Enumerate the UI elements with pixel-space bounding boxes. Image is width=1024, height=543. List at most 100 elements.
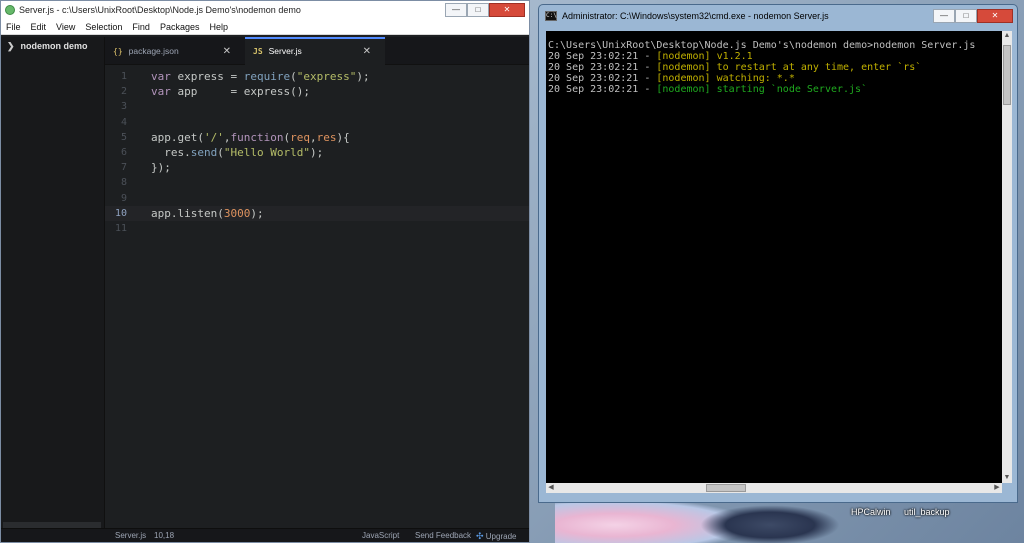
atom-window-buttons: — □ ✕ [445,3,525,17]
code-line[interactable]: 6 res.send("Hello World"); [105,145,529,160]
code-token: ){ [336,130,350,144]
maximize-button[interactable]: □ [955,9,977,23]
code-token: ( [217,146,224,160]
desktop-icon-label-util-backup[interactable]: util_backup [904,507,950,517]
close-button[interactable]: ✕ [489,3,525,17]
close-icon[interactable]: ✕ [223,46,231,57]
scroll-up-icon[interactable]: ▲ [1002,31,1012,41]
code-token: '/' [203,130,224,144]
line-number[interactable]: 5 [105,132,127,143]
code-line[interactable]: 8 [105,175,529,190]
tab-package-json[interactable]: {} package.json ✕ [105,37,245,65]
code-token: ); [309,146,324,160]
console-text: 20 Sep 23:02:21 - [548,73,657,84]
desktop-icon-label-hpcalwin[interactable]: HPCalwin [851,507,891,517]
line-number[interactable]: 3 [105,101,127,112]
code-token: res. [151,146,191,160]
code-token: app [170,85,231,99]
cmd-window: C:\ Administrator: C:\Windows\system32\c… [538,4,1018,503]
line-number[interactable]: 10 [105,208,127,219]
js-file-icon: JS [253,46,263,56]
line-number[interactable]: 11 [105,223,127,234]
maximize-button[interactable]: □ [467,3,489,17]
console-output[interactable]: C:\Users\UnixRoot\Desktop\Node.js Demo's… [546,31,1002,483]
cmd-titlebar[interactable]: C:\ Administrator: C:\Windows\system32\c… [539,5,1017,27]
tree-view: ❯ nodemon demo [1,37,105,528]
menu-selection[interactable]: Selection [80,22,127,32]
tree-root-label: nodemon demo [20,41,88,51]
chevron-right-icon[interactable]: ❯ [7,41,15,52]
json-file-icon: {} [113,46,123,56]
editor-pane: {} package.json ✕ JS Server.js ✕ 1 var ex… [105,37,529,528]
line-number[interactable]: 1 [105,71,127,82]
code-text[interactable]: app.listen(3000); [127,207,264,220]
code-token: = [230,70,244,84]
scroll-left-icon[interactable]: ◀ [546,483,556,493]
code-text[interactable]: }); [127,161,171,174]
code-token: app.get( [151,130,204,144]
code-line[interactable]: 9 [105,191,529,206]
close-icon[interactable]: ✕ [363,46,371,57]
code-text[interactable]: res.send("Hello World"); [127,146,323,159]
code-line[interactable]: 11 [105,221,529,236]
line-number[interactable]: 4 [105,117,127,128]
menu-packages[interactable]: Packages [155,22,205,32]
code-token: ); [356,70,370,84]
minimize-button[interactable]: — [445,3,467,17]
menu-find[interactable]: Find [127,22,155,32]
atom-titlebar[interactable]: Server.js - c:\Users\UnixRoot\Desktop\No… [1,1,529,19]
line-number[interactable]: 9 [105,193,127,204]
code-token: }); [151,161,171,175]
status-file-name[interactable]: Server.js [115,531,146,540]
vertical-scrollbar[interactable]: ▲ ▼ [1002,31,1012,483]
code-token: req [290,130,310,144]
menu-edit[interactable]: Edit [26,22,52,32]
code-line[interactable]: 5 app.get('/',function(req,res){ [105,130,529,145]
menu-help[interactable]: Help [204,22,233,32]
cmd-app-icon: C:\ [545,11,557,21]
scrollbar-thumb[interactable] [706,484,746,492]
code-token: send [190,146,218,160]
tab-server-js[interactable]: JS Server.js ✕ [245,37,385,65]
console-line: 20 Sep 23:02:21 - [nodemon] v1.2.1 [548,51,1000,62]
line-number[interactable]: 7 [105,162,127,173]
status-grammar[interactable]: JavaScript [362,531,399,540]
scroll-right-icon[interactable]: ▶ [992,483,1002,493]
code-text[interactable]: var app = express(); [127,85,310,98]
code-line[interactable]: 10 app.listen(3000); [105,205,529,221]
code-line[interactable]: 7}); [105,160,529,175]
menu-file[interactable]: File [1,22,26,32]
code-editor[interactable]: 1 var express = require("express"); 2 var a… [105,65,529,528]
tree-root-folder[interactable]: ❯ nodemon demo [1,37,104,55]
console-line: 20 Sep 23:02:21 - [nodemon] watching: *.… [548,73,1000,84]
code-token: function [230,130,284,144]
minimize-button[interactable]: — [933,9,955,23]
code-line[interactable]: 3 [105,99,529,114]
send-feedback-link[interactable]: Send Feedback [415,531,471,540]
close-button[interactable]: ✕ [977,9,1013,23]
line-number[interactable]: 8 [105,177,127,188]
upgrade-button[interactable]: ✣ Upgrade [476,531,516,542]
code-token: app.listen( [151,206,224,220]
code-token: var [151,70,171,84]
code-line[interactable]: 4 [105,115,529,130]
tab-label: Server.js [268,46,302,56]
console-line: C:\Users\UnixRoot\Desktop\Node.js Demo's… [548,40,1000,51]
console-text: C:\Users\UnixRoot\Desktop\Node.js Demo's… [548,40,976,51]
scroll-down-icon[interactable]: ▼ [1002,473,1012,483]
code-token: var [151,85,171,99]
status-cursor-position[interactable]: 10,18 [154,531,174,540]
code-token: "Hello World" [223,146,310,160]
line-number[interactable]: 6 [105,147,127,158]
horizontal-scrollbar[interactable]: ◀ ▶ [546,483,1002,493]
menu-view[interactable]: View [51,22,80,32]
code-text[interactable]: var express = require("express"); [127,70,370,83]
cmd-window-title: Administrator: C:\Windows\system32\cmd.e… [562,11,829,21]
scrollbar-thumb[interactable] [1003,45,1011,105]
code-line[interactable]: 1 var express = require("express"); [105,69,529,84]
code-text[interactable]: app.get('/',function(req,res){ [127,131,350,144]
line-number[interactable]: 2 [105,86,127,97]
console-line: 20 Sep 23:02:21 - [nodemon] to restart a… [548,62,1000,73]
upgrade-icon: ✣ [476,531,484,541]
code-line[interactable]: 2 var app = express(); [105,84,529,99]
